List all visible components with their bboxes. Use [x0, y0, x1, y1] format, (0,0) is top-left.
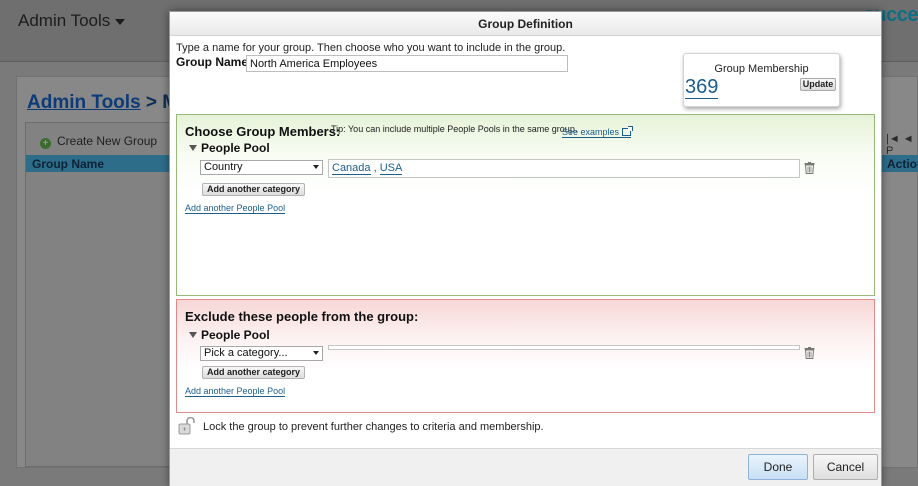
chevron-down-icon — [313, 165, 319, 169]
collapse-triangle-icon[interactable] — [189, 332, 197, 338]
pager[interactable]: |◄ ◄ P — [886, 133, 918, 157]
exclude-people-pool-header[interactable]: People Pool — [189, 328, 270, 342]
include-people-pool-label: People Pool — [201, 141, 270, 155]
exclude-people-pool-label: People Pool — [201, 328, 270, 342]
admin-tools-menu[interactable]: Admin Tools — [18, 11, 126, 31]
collapse-triangle-icon[interactable] — [189, 145, 197, 151]
trash-icon[interactable] — [804, 162, 815, 174]
values-separator: , — [370, 162, 380, 174]
membership-count[interactable]: 369 — [685, 76, 719, 99]
include-category-select[interactable]: Country — [200, 160, 323, 175]
include-section-title: Choose Group Members: — [185, 124, 341, 139]
instructions-text: Type a name for your group. Then choose … — [176, 42, 566, 54]
create-new-group-label: Create New Group — [57, 134, 158, 148]
value-token[interactable]: USA — [379, 162, 403, 175]
exclude-category-select[interactable]: Pick a category... — [200, 346, 323, 361]
exclude-values-field[interactable] — [328, 345, 800, 350]
done-button[interactable]: Done — [748, 454, 808, 480]
breadcrumb-admin-tools[interactable]: Admin Tools — [27, 92, 141, 113]
value-token[interactable]: Canada — [332, 162, 371, 175]
page-title: Admin Tools > Ma — [27, 92, 189, 114]
chevron-down-icon — [313, 351, 319, 355]
column-header-group-name[interactable]: Group Name — [26, 155, 169, 172]
lock-group-text: Lock the group to prevent further change… — [203, 421, 544, 433]
membership-title: Group Membership — [714, 63, 809, 75]
admin-tools-menu-label: Admin Tools — [18, 11, 111, 30]
dialog-footer: Done Cancel — [170, 448, 881, 486]
unlocked-padlock-icon[interactable] — [178, 417, 196, 435]
group-membership-card: Group Membership 369 Update — [683, 53, 840, 107]
external-link-icon — [622, 126, 634, 136]
exclude-add-category-button[interactable]: Add another category — [202, 366, 306, 379]
include-people-pool-header[interactable]: People Pool — [189, 141, 270, 155]
include-values-field[interactable]: Canada , USA — [328, 159, 800, 178]
include-add-people-pool-link[interactable]: Add another People Pool — [185, 203, 286, 214]
dialog-title: Group Definition — [170, 12, 881, 36]
exclude-add-people-pool-link[interactable]: Add another People Pool — [185, 386, 286, 397]
include-category-value: Country — [204, 161, 243, 173]
column-header-action[interactable]: Action — [882, 155, 918, 172]
group-name-label: Group Name — [176, 55, 249, 69]
update-button[interactable]: Update — [800, 78, 836, 91]
exclude-section-title: Exclude these people from the group: — [185, 309, 419, 324]
group-definition-dialog: Group Definition Type a name for your gr… — [169, 11, 882, 486]
tip-text: Tip: You can include multiple People Poo… — [331, 124, 578, 134]
include-add-category-button[interactable]: Add another category — [202, 183, 306, 196]
plus-circle-icon: + — [40, 138, 51, 149]
include-section: Choose Group Members: Tip: You can inclu… — [176, 114, 875, 296]
exclude-category-placeholder: Pick a category... — [204, 347, 288, 359]
see-examples-label: See examples — [562, 127, 620, 137]
exclude-section: Exclude these people from the group: Peo… — [176, 299, 875, 413]
trash-icon[interactable] — [804, 347, 815, 359]
chevron-down-icon — [115, 18, 126, 25]
create-new-group-button[interactable]: + Create New Group — [40, 134, 157, 149]
cancel-button[interactable]: Cancel — [813, 454, 878, 480]
group-name-input[interactable] — [246, 55, 568, 72]
groups-panel — [25, 122, 170, 467]
see-examples-link[interactable]: See examples — [562, 126, 634, 138]
